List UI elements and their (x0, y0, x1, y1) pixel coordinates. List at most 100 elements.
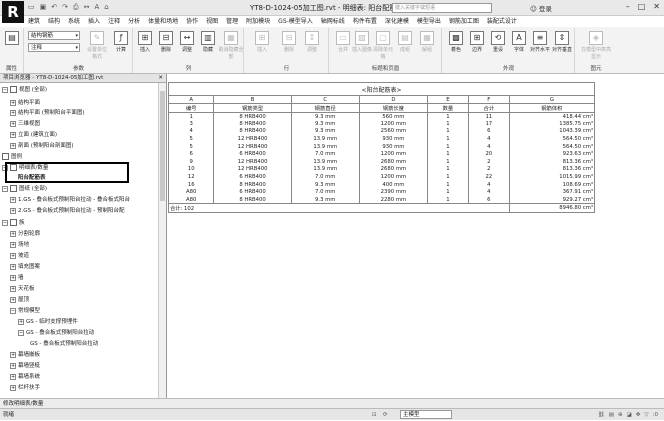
browser-node[interactable]: + 幕墙系统 (10, 372, 40, 382)
expand-icon[interactable]: + (10, 263, 16, 270)
table-cell[interactable]: 1 (426, 127, 469, 136)
expand-icon[interactable]: + (10, 373, 16, 380)
table-cell[interactable]: 9.3 mm (290, 112, 360, 121)
table-cell[interactable]: 13.9 mm (290, 165, 360, 174)
table-cell[interactable]: 20 (467, 150, 510, 159)
column-letter[interactable]: G (508, 95, 596, 104)
table-cell[interactable]: 923.63 cm³ (508, 150, 596, 159)
resize-column-button[interactable]: ↔ 调整 (176, 31, 198, 53)
browser-node[interactable]: − 族 (2, 218, 25, 228)
expand-icon[interactable]: + (10, 109, 16, 116)
insert-image-button[interactable]: ▨ 插入图像 (351, 31, 373, 53)
expand-icon[interactable]: + (10, 120, 16, 127)
collapse-icon[interactable]: − (10, 307, 16, 314)
table-cell[interactable]: A80 (167, 196, 215, 204)
tab-structure[interactable]: 结构 (48, 16, 60, 27)
column-header[interactable]: 钢筋长度 (358, 103, 428, 113)
print-icon[interactable]: ⎙ (73, 3, 79, 12)
table-cell[interactable]: 4 (167, 127, 215, 136)
table-cell[interactable]: 2680 mm (358, 165, 428, 174)
browser-node[interactable]: + GS - 临时支撑预埋件 (18, 317, 78, 327)
table-cell[interactable]: 1 (426, 165, 469, 174)
model-select[interactable]: 主模型 (400, 410, 452, 419)
column-letter[interactable]: D (358, 95, 428, 104)
table-row[interactable]: A80 8 HRB400 9.3 mm 2280 mm 1 6 929.27 cm³ (167, 196, 596, 204)
parameter-select[interactable]: 注释 ▾ (28, 43, 80, 52)
table-cell[interactable]: 813.36 cm³ (508, 158, 596, 166)
column-header[interactable]: 钢筋直径 (290, 103, 360, 113)
table-row[interactable]: 9 12 HRB400 13.9 mm 2680 mm 1 2 813.36 cm³ (167, 158, 596, 166)
table-cell[interactable]: 1 (426, 173, 469, 181)
app-logo[interactable]: R (2, 1, 24, 23)
table-cell[interactable]: 22 (467, 173, 510, 181)
delete-column-button[interactable]: ⊟ 删除 (155, 31, 177, 53)
table-cell[interactable]: 13.9 mm (290, 135, 360, 143)
close-icon[interactable]: ✕ (653, 2, 660, 11)
table-cell[interactable]: 7.0 mm (290, 188, 360, 197)
browser-node[interactable]: + 屋顶 (10, 295, 29, 305)
browser-node[interactable]: − GS - 叠合板式预制阳台拉动 (18, 328, 94, 338)
collapse-icon[interactable]: − (18, 329, 24, 336)
table-cell[interactable]: 813.36 cm³ (508, 165, 596, 174)
tab-detailing[interactable]: 深化建模 (385, 16, 409, 27)
table-cell[interactable]: 6 HRB400 (213, 150, 292, 159)
column-letter[interactable]: E (426, 95, 469, 104)
tab-massing[interactable]: 体量和场地 (148, 16, 178, 27)
tab-gs-import[interactable]: GS-模型导入 (278, 16, 313, 27)
tab-components[interactable]: 构件布置 (353, 16, 377, 27)
table-cell[interactable]: 564.50 cm³ (508, 142, 596, 151)
table-cell[interactable]: 9.3 mm (290, 196, 360, 204)
expand-icon[interactable]: + (18, 318, 24, 325)
minimize-icon[interactable]: – (626, 2, 630, 11)
tab-systems[interactable]: 系统 (68, 16, 80, 27)
resize-row-button[interactable]: ↕ 调整 (301, 31, 323, 53)
table-cell[interactable]: 12 HRB400 (213, 165, 292, 174)
table-cell[interactable]: 4 (467, 142, 510, 151)
table-cell[interactable]: 9.3 mm (290, 127, 360, 136)
tab-view[interactable]: 视图 (206, 16, 218, 27)
select-links-icon[interactable]: ⛓ (598, 409, 605, 421)
tab-addins[interactable]: 附加模块 (246, 16, 270, 27)
table-cell[interactable]: 930 mm (358, 142, 428, 151)
table-row[interactable]: 66 HRB400 7.0 mm 1200 mm 1 20 923.63 cm³ (167, 150, 596, 159)
table-cell[interactable]: 8 HRB400 (213, 180, 292, 189)
table-cell[interactable]: 2680 mm (358, 158, 428, 166)
table-cell[interactable]: 1 (426, 112, 469, 121)
expand-icon[interactable]: + (10, 296, 16, 303)
table-cell[interactable]: 929.27 cm³ (508, 196, 596, 204)
table-cell[interactable]: 12 HRB400 (213, 158, 292, 166)
table-cell[interactable]: 6 HRB400 (213, 173, 292, 181)
expand-icon[interactable]: + (10, 285, 16, 292)
browser-node[interactable]: − 常规模型 (10, 306, 40, 316)
clear-cell-button[interactable]: ▢ 清除单元格 (372, 31, 394, 60)
table-cell[interactable]: 1 (426, 196, 469, 204)
column-header[interactable]: 钢筋体积 (508, 103, 596, 113)
table-row[interactable]: 38 HRB400 9.3 mm 1200 mm 1 17 1385.75 cm³ (167, 120, 596, 128)
scrollbar-thumb[interactable] (160, 91, 165, 201)
table-cell[interactable]: 564.50 cm³ (508, 135, 596, 143)
group-button[interactable]: ▤ 成组 (394, 31, 416, 53)
schedule-title[interactable]: <阳台配筋表> (168, 82, 595, 96)
table-cell[interactable]: 13.9 mm (290, 142, 360, 151)
browser-node[interactable]: + 幕墙嵌板 (10, 350, 40, 360)
browser-node[interactable]: +1.GS - 叠合板式预制阳台拉动 - 叠合板式阳台 (10, 195, 130, 205)
collapse-icon[interactable]: − (2, 219, 8, 226)
column-letter[interactable]: F (467, 95, 510, 104)
format-unit-button[interactable]: ✎ 设置单位格式 (85, 31, 109, 60)
table-cell[interactable]: 1 (167, 112, 215, 121)
collapse-icon[interactable]: − (2, 185, 8, 192)
table-cell[interactable]: 2280 mm (358, 196, 428, 204)
table-cell[interactable]: 1 (426, 142, 469, 151)
tab-insert[interactable]: 插入 (88, 16, 100, 27)
table-cell[interactable]: 17 (467, 120, 510, 128)
redo-icon[interactable]: ↷ (62, 3, 68, 12)
borders-button[interactable]: ⊞ 边界 (466, 31, 488, 53)
table-cell[interactable]: 2390 mm (358, 188, 428, 197)
align-horizontal-button[interactable]: ≡ 对齐水平 (529, 31, 551, 53)
tab-rebar-drawing[interactable]: 钢筋加工图 (449, 16, 479, 27)
table-cell[interactable]: 1200 mm (358, 150, 428, 159)
table-cell[interactable]: 6 (467, 196, 510, 204)
workset-icon[interactable]: ⊡ (372, 409, 377, 421)
table-cell[interactable]: 6 (467, 127, 510, 136)
expand-icon[interactable]: + (10, 241, 16, 248)
